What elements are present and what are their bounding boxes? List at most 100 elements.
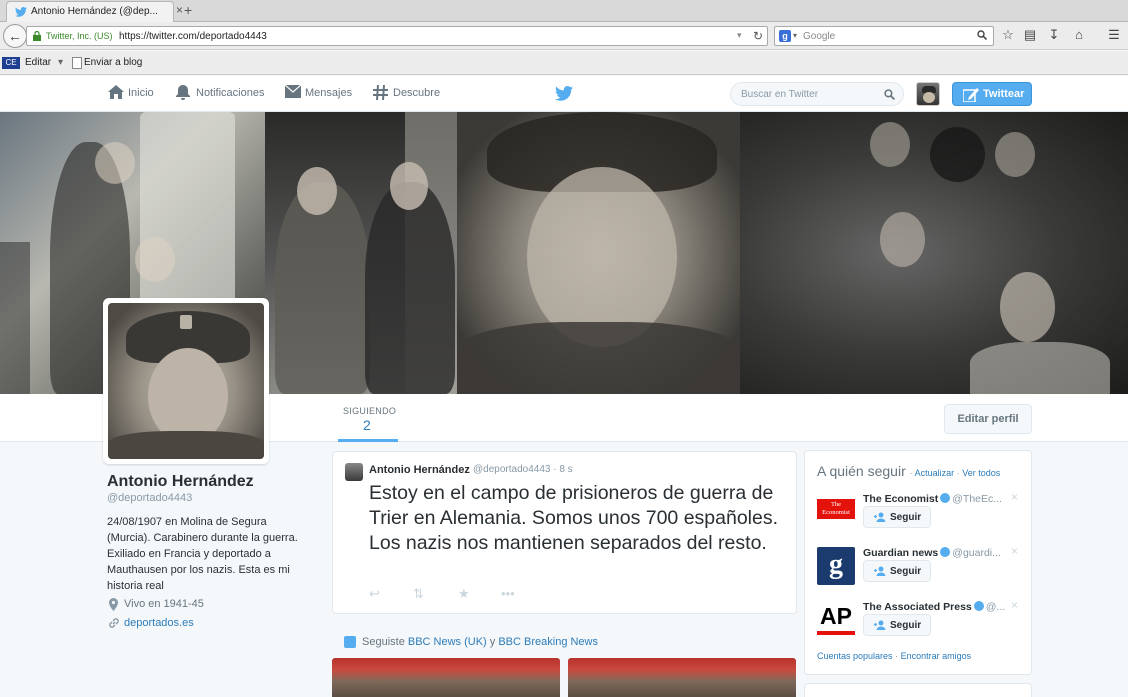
following-label[interactable]: SIGUIENDO bbox=[343, 406, 396, 416]
tweet-author-handle: @deportado4443 · 8 s bbox=[473, 464, 573, 475]
nav-notificaciones[interactable]: Notificaciones bbox=[176, 85, 264, 100]
guardian-logo[interactable]: g bbox=[817, 547, 855, 585]
tab-close-icon[interactable]: × bbox=[176, 3, 183, 17]
follow-button-label: Seguir bbox=[890, 620, 922, 631]
tweet-card: Antonio Hernández @deportado4443 · 8 s E… bbox=[332, 451, 797, 614]
add-user-icon bbox=[874, 512, 886, 522]
suggestion-name-text[interactable]: The Economist bbox=[863, 493, 938, 505]
nav-mensajes[interactable]: Mensajes bbox=[285, 85, 352, 99]
bbc-breaking-thumbnail[interactable] bbox=[568, 658, 796, 697]
dismiss-icon[interactable]: × bbox=[1011, 544, 1018, 558]
reply-icon[interactable]: ↩ bbox=[369, 586, 380, 602]
tweet-avatar[interactable] bbox=[345, 463, 363, 481]
follow-button[interactable]: Seguir bbox=[863, 560, 931, 582]
banner-photo-portrait bbox=[457, 112, 740, 394]
page-icon bbox=[72, 57, 82, 69]
new-tab-icon[interactable]: + bbox=[184, 2, 192, 18]
follow-notice: Seguiste BBC News (UK) y BBC Breaking Ne… bbox=[362, 636, 598, 648]
url-bar[interactable]: Twitter, Inc. (US) https://twitter.com/d… bbox=[26, 26, 768, 46]
view-all-link[interactable]: Ver todos bbox=[962, 468, 1000, 478]
link-icon bbox=[109, 618, 119, 628]
suggestion-economist: The Economist The Economist @TheEc... × S… bbox=[817, 490, 1027, 543]
nav-inicio[interactable]: Inicio bbox=[108, 85, 154, 99]
who-to-follow-module: A quién seguir · Actualizar · Ver todos … bbox=[804, 450, 1032, 675]
verified-badge-icon bbox=[940, 493, 951, 503]
ap-logo[interactable]: AP bbox=[817, 601, 855, 635]
more-dots-icon[interactable]: ••• bbox=[501, 586, 515, 601]
twitter-search-input[interactable]: Buscar en Twitter bbox=[730, 82, 904, 106]
find-friends-link[interactable]: Encontrar amigos bbox=[901, 651, 972, 661]
profile-avatar[interactable] bbox=[103, 298, 269, 464]
profile-website[interactable]: deportados.es bbox=[108, 617, 194, 629]
who-to-follow-title: A quién seguir bbox=[817, 463, 906, 479]
dismiss-icon[interactable]: × bbox=[1011, 490, 1018, 504]
economist-logo[interactable]: The Economist bbox=[817, 499, 855, 519]
bookmarks-list-icon[interactable]: ▤ bbox=[1022, 27, 1038, 43]
browser-search-bar[interactable]: g ▾ Google bbox=[774, 26, 994, 46]
suggestion-handle: @TheEc... bbox=[952, 493, 1003, 505]
retweet-icon[interactable]: ⇅ bbox=[413, 586, 424, 602]
follow-notice-icon bbox=[344, 636, 356, 648]
suggestion-name-text[interactable]: The Associated Press bbox=[863, 601, 972, 613]
tweet-button[interactable]: Twittear bbox=[952, 82, 1032, 106]
suggestion-name[interactable]: The Economist @TheEc... bbox=[863, 493, 1002, 505]
search-icon[interactable] bbox=[884, 89, 895, 100]
suggestion-name[interactable]: The Associated Press @... bbox=[863, 601, 1005, 613]
banner-photo-two-men bbox=[265, 112, 457, 394]
back-arrow-icon[interactable]: ← bbox=[3, 24, 27, 48]
active-tab-indicator bbox=[338, 439, 398, 442]
compose-icon bbox=[963, 88, 979, 102]
popular-accounts-link[interactable]: Cuentas populares bbox=[817, 651, 893, 661]
suggestion-guardian: g Guardian news @guardi... × Seguir bbox=[817, 544, 1027, 597]
follow-button-label: Seguir bbox=[890, 566, 922, 577]
google-icon[interactable]: g bbox=[779, 30, 791, 42]
tweet-time[interactable]: · 8 s bbox=[553, 464, 572, 475]
banner-photo-group bbox=[740, 112, 1128, 394]
add-user-icon bbox=[874, 566, 886, 576]
suggestion-name[interactable]: Guardian news @guardi... bbox=[863, 547, 1001, 559]
tweet-author-name[interactable]: Antonio Hernández bbox=[369, 464, 470, 476]
url-text[interactable]: https://twitter.com/deportado4443 bbox=[119, 31, 267, 42]
user-avatar[interactable] bbox=[916, 82, 940, 106]
follow-button[interactable]: Seguir bbox=[863, 506, 931, 528]
editar-dropdown-icon[interactable]: ▾ bbox=[58, 57, 63, 68]
verified-badge-icon bbox=[973, 601, 984, 611]
favorite-star-icon[interactable]: ★ bbox=[458, 586, 470, 602]
nav-descubre[interactable]: Descubre bbox=[373, 85, 440, 100]
download-icon[interactable]: ↧ bbox=[1046, 27, 1062, 43]
who-to-follow-footer: Cuentas populares · Encontrar amigos bbox=[817, 651, 972, 661]
bbc-news-thumbnail[interactable] bbox=[332, 658, 560, 697]
edit-profile-button[interactable]: Editar perfil bbox=[944, 404, 1032, 434]
tweet-handle-text[interactable]: @deportado4443 bbox=[473, 464, 550, 475]
menu-icon[interactable]: ☰ bbox=[1106, 27, 1122, 43]
tweet-button-label: Twittear bbox=[983, 88, 1025, 100]
profile-avatar-photo bbox=[108, 303, 264, 459]
url-organization: Twitter, Inc. (US) bbox=[46, 31, 113, 41]
bookmark-editar[interactable]: Editar bbox=[25, 57, 51, 68]
browser-tab[interactable]: Antonio Hernández (@dep... bbox=[6, 1, 174, 22]
following-count[interactable]: 2 bbox=[363, 417, 371, 433]
suggestion-handle: @guardi... bbox=[952, 547, 1001, 559]
follow-notice-account1[interactable]: BBC News (UK) bbox=[408, 636, 487, 648]
location-pin-icon bbox=[109, 598, 118, 611]
follow-notice-account2[interactable]: BBC Breaking News bbox=[498, 636, 598, 648]
suggestion-name-text[interactable]: Guardian news bbox=[863, 547, 938, 559]
twitter-search-placeholder: Buscar en Twitter bbox=[741, 89, 819, 100]
bookmark-enviar-blog[interactable]: Enviar a blog bbox=[84, 57, 142, 68]
twitter-topbar: Inicio Notificaciones Mensajes Descubre … bbox=[0, 76, 1128, 112]
engine-dropdown-icon[interactable]: ▾ bbox=[793, 31, 797, 40]
dismiss-icon[interactable]: × bbox=[1011, 598, 1018, 612]
bookmark-star-icon[interactable]: ☆ bbox=[1000, 27, 1016, 43]
blog-editor-icon: CE bbox=[2, 57, 20, 69]
follow-button[interactable]: Seguir bbox=[863, 614, 931, 636]
home-icon[interactable]: ⌂ bbox=[1071, 27, 1087, 43]
twitter-logo-icon[interactable] bbox=[555, 86, 573, 101]
refresh-link[interactable]: Actualizar bbox=[915, 468, 955, 478]
reload-icon[interactable]: ↻ bbox=[753, 29, 763, 43]
profile-handle[interactable]: @deportado4443 bbox=[107, 492, 192, 504]
url-dropdown-icon[interactable]: ▾ bbox=[737, 30, 742, 41]
bell-icon bbox=[176, 85, 190, 100]
profile-website-link[interactable]: deportados.es bbox=[108, 617, 194, 629]
magnifier-icon[interactable] bbox=[977, 30, 987, 40]
suggestion-handle: @... bbox=[985, 601, 1006, 613]
